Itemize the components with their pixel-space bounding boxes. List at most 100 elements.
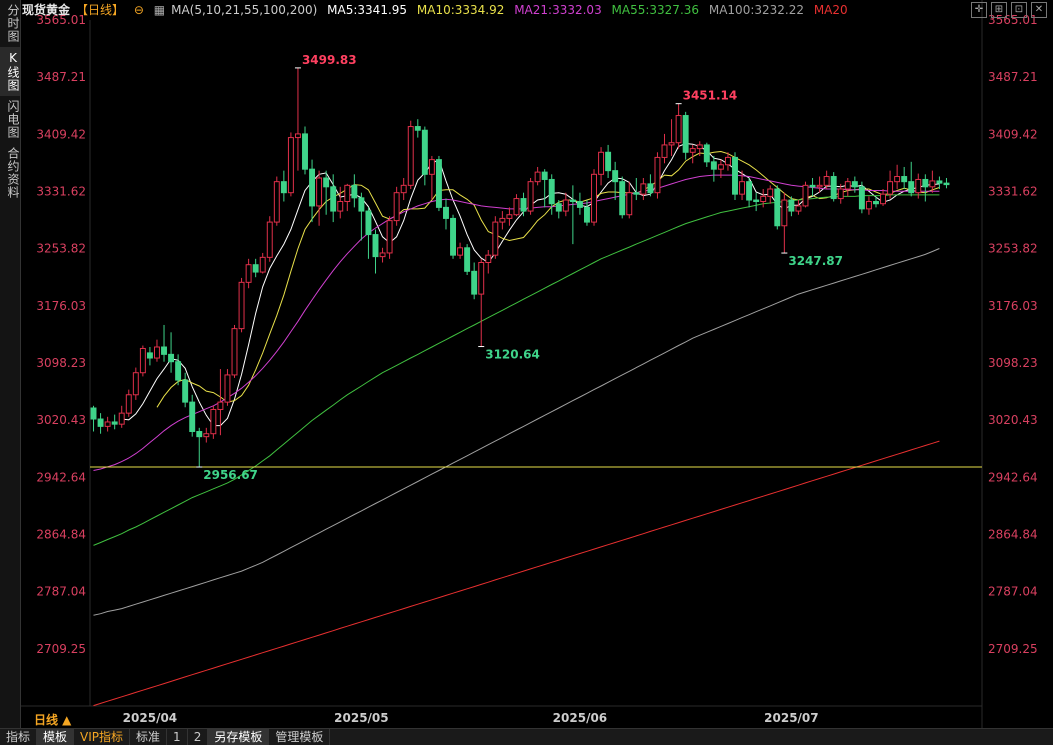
candle-17[interactable] <box>210 405 217 439</box>
candle-body-62 <box>527 181 534 212</box>
candle-body-41 <box>379 252 386 258</box>
manage-template-button[interactable]: 管理模板 <box>269 729 331 745</box>
candle-body-76 <box>626 192 633 216</box>
annotation-label-0: 3499.83 <box>302 53 357 67</box>
candle-body-110 <box>865 201 872 210</box>
candle-body-70 <box>584 206 590 223</box>
left-sidebar: 分时图 K线图 闪电图 合约资料 <box>0 0 21 728</box>
tab-template-1[interactable]: 1 <box>167 729 188 745</box>
candle-80[interactable] <box>654 152 661 199</box>
annotation-label-4: 2956.67 <box>203 468 258 482</box>
candle-body-61 <box>520 198 527 212</box>
candle-25[interactable] <box>266 216 273 262</box>
candle-91[interactable] <box>732 152 738 201</box>
candle-109[interactable] <box>858 181 865 214</box>
candle-body-10 <box>161 346 167 355</box>
candle-body-105 <box>830 176 837 200</box>
candle-62[interactable] <box>527 177 534 215</box>
candle-body-31 <box>309 168 316 207</box>
candle-71[interactable] <box>591 169 597 226</box>
candle-19[interactable] <box>224 369 231 406</box>
candle-49[interactable] <box>435 155 442 212</box>
zoom-fit-icon[interactable]: ⊞ <box>991 2 1007 18</box>
ma-params: MA(5,10,21,55,100,200) <box>171 3 318 17</box>
tab-template[interactable]: 模板 <box>37 729 75 745</box>
candle-body-59 <box>506 214 513 219</box>
candle-body-56 <box>485 254 492 264</box>
candle-26[interactable] <box>273 176 280 226</box>
y-tick-right-6: 3098.23 <box>988 356 1038 370</box>
candle-body-48 <box>428 159 435 175</box>
candle-body-71 <box>591 173 597 223</box>
candle-body-13 <box>182 379 189 403</box>
candle-body-103 <box>816 184 823 188</box>
settings-icon[interactable]: ⊖ <box>134 3 144 17</box>
candle-43[interactable] <box>393 186 400 226</box>
candle-body-65 <box>548 178 555 205</box>
candle-body-14 <box>189 401 196 433</box>
candle-body-85 <box>689 148 696 153</box>
tab-timeshare[interactable]: 分时图 <box>0 0 20 47</box>
candle-body-20 <box>231 328 238 376</box>
tab-standard[interactable]: 标准 <box>130 729 168 745</box>
candle-body-114 <box>894 176 901 183</box>
candle-42[interactable] <box>386 216 393 259</box>
x-tick-0: 2025/04 <box>123 711 177 725</box>
candle-28[interactable] <box>287 132 294 197</box>
candle-21[interactable] <box>238 277 245 333</box>
candle-body-7 <box>139 347 146 374</box>
tab-contract-info[interactable]: 合约资料 <box>0 143 20 203</box>
candle-body-51 <box>450 217 457 256</box>
tab-indicators[interactable]: 指标 <box>0 729 38 745</box>
candle-body-0 <box>90 407 97 420</box>
tab-template-2[interactable]: 2 <box>188 729 209 745</box>
candle-body-69 <box>576 201 583 208</box>
candle-body-89 <box>717 164 724 170</box>
candle-body-82 <box>668 142 675 146</box>
candle-7[interactable] <box>139 345 146 377</box>
close-icon[interactable]: ✕ <box>1031 2 1047 18</box>
candle-84[interactable] <box>682 111 689 160</box>
y-tick-left-10: 2787.04 <box>36 585 86 599</box>
candle-101[interactable] <box>802 181 809 208</box>
ma10-value: MA10:3334.92 <box>416 3 505 17</box>
tab-flash[interactable]: 闪电图 <box>0 96 20 143</box>
tab-vip-indicators[interactable]: VIP指标 <box>74 729 131 745</box>
candle-body-24 <box>259 256 266 273</box>
candle-body-80 <box>654 156 661 194</box>
candle-body-113 <box>887 181 894 195</box>
candle-57[interactable] <box>492 216 499 259</box>
y-tick-right-1: 3487.21 <box>988 70 1038 84</box>
tab-kline[interactable]: K线图 <box>0 47 20 96</box>
candle-body-84 <box>682 115 689 153</box>
candle-20[interactable] <box>231 324 238 378</box>
ma-config-icon[interactable]: ▦ <box>154 3 165 17</box>
candle-body-91 <box>732 156 738 195</box>
candle-body-6 <box>132 372 139 396</box>
candle-body-43 <box>393 192 400 222</box>
y-tick-left-11: 2709.25 <box>36 642 86 656</box>
candle-51[interactable] <box>450 214 457 259</box>
candle-body-101 <box>802 184 809 207</box>
candle-body-34 <box>330 186 337 212</box>
save-template-button[interactable]: 另存模板 <box>208 729 270 745</box>
candle-body-95 <box>760 195 767 203</box>
candle-body-121 <box>943 182 950 186</box>
pin-icon[interactable]: ⊡ <box>1011 2 1027 18</box>
candle-body-63 <box>534 171 541 183</box>
kline-chart[interactable]: 3565.01 3565.013487.21 3487.213409.42 3409.… <box>0 0 1053 728</box>
candle-53[interactable] <box>464 244 471 275</box>
period-selector[interactable]: 日线 ▲ <box>34 711 71 728</box>
candle-30[interactable] <box>302 126 308 175</box>
candle-75[interactable] <box>619 176 626 219</box>
candle-97[interactable] <box>774 185 781 230</box>
window-controls: ✛ ⊞ ⊡ ✕ <box>971 2 1047 18</box>
candle-body-55 <box>478 262 485 295</box>
y-tick-right-11: 2709.25 <box>988 642 1038 656</box>
candle-105[interactable] <box>830 172 837 202</box>
crosshair-icon[interactable]: ✛ <box>971 2 987 18</box>
x-tick-3: 2025/07 <box>764 711 818 725</box>
candle-45[interactable] <box>407 120 414 190</box>
candle-6[interactable] <box>132 367 139 400</box>
candle-body-116 <box>908 181 915 194</box>
